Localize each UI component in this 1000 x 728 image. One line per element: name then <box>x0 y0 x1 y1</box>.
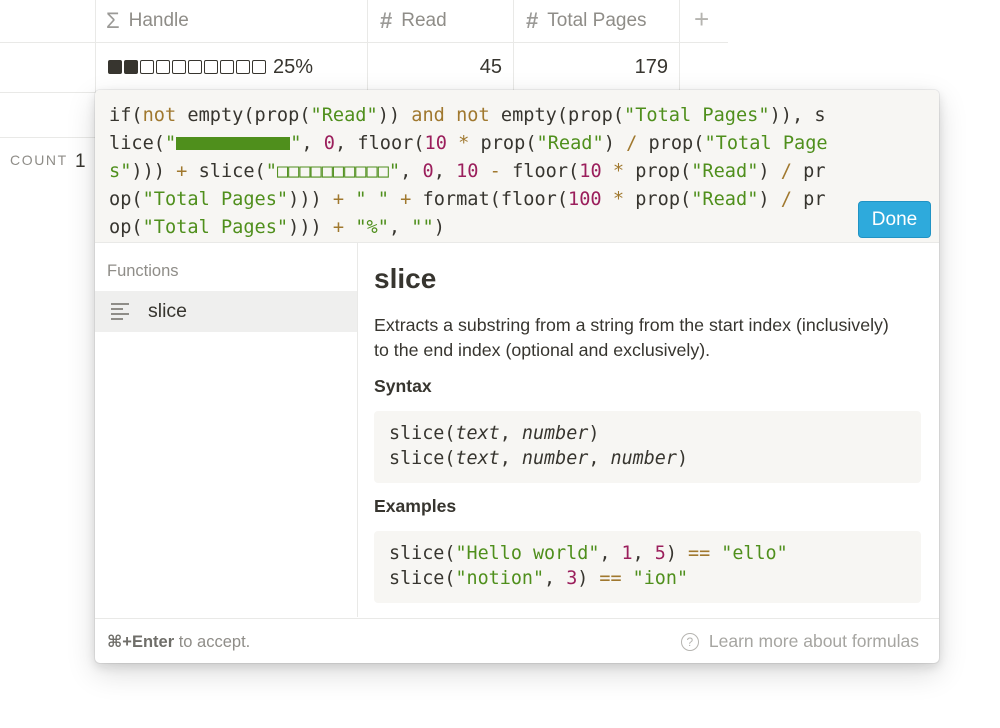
progress-square-empty <box>236 60 250 74</box>
accept-hint: ⌘+Enter to accept. <box>107 632 251 651</box>
count-label[interactable]: COUNT <box>10 152 68 168</box>
done-button[interactable]: Done <box>858 201 931 238</box>
syntax-code-block: slice(text, number) slice(text, number, … <box>374 411 921 483</box>
progress-square-empty <box>204 60 218 74</box>
function-description: Extracts a substring from a string from … <box>374 315 889 360</box>
progress-squares <box>108 60 266 74</box>
functions-heading: Functions <box>107 262 179 280</box>
function-item-slice[interactable]: slice <box>95 291 357 332</box>
column-header-total-pages[interactable]: # Total Pages <box>526 0 647 42</box>
column-header-label: Total Pages <box>547 10 647 31</box>
column-divider <box>679 0 680 92</box>
example-line-1: slice("Hello world", 1, 5) == "ello" <box>389 543 788 564</box>
progress-square-empty <box>252 60 266 74</box>
progress-square-empty <box>220 60 234 74</box>
formula-editor[interactable]: if(not empty(prop("Read")) and not empty… <box>109 102 829 242</box>
number-icon: # <box>526 8 539 33</box>
syntax-line-1: slice(text, number) <box>389 423 600 444</box>
functions-list-panel: Functions slice <box>95 243 358 617</box>
handle-cell[interactable]: 25% <box>108 43 313 91</box>
read-cell[interactable]: 45 <box>368 43 502 91</box>
progress-square-filled <box>124 60 138 74</box>
column-header-label: Read <box>401 10 447 31</box>
progress-square-empty <box>188 60 202 74</box>
column-header-handle[interactable]: Σ Handle <box>106 0 189 42</box>
syntax-heading: Syntax <box>374 376 432 396</box>
number-icon: # <box>380 8 393 33</box>
learn-more-link[interactable]: ? Learn more about formulas <box>680 631 919 652</box>
learn-more-label: Learn more about formulas <box>708 631 919 651</box>
progress-percent: 25% <box>273 55 314 78</box>
progress-square-empty <box>156 60 170 74</box>
formula-editor-popup: if(not empty(prop("Read")) and not empty… <box>95 90 939 663</box>
text-lines-icon <box>111 303 129 320</box>
row-divider <box>0 137 96 138</box>
progress-square-empty <box>140 60 154 74</box>
progress-square-empty <box>172 60 186 74</box>
column-header-label: Handle <box>128 10 189 31</box>
syntax-line-2: slice(text, number, number) <box>389 448 689 469</box>
popup-footer: ⌘+Enter to accept. ? Learn more about fo… <box>95 618 939 663</box>
function-item-label: slice <box>148 300 188 322</box>
function-docs-panel: slice Extracts a substring from a string… <box>358 243 939 617</box>
total-pages-cell[interactable]: 179 <box>514 43 668 91</box>
function-title: slice <box>374 263 437 294</box>
column-header-read[interactable]: # Read <box>380 0 447 42</box>
help-icon: ? <box>680 632 699 651</box>
add-column-button[interactable]: + <box>694 4 709 35</box>
examples-heading: Examples <box>374 496 457 516</box>
formula-input-area[interactable]: if(not empty(prop("Read")) and not empty… <box>95 90 939 243</box>
examples-code-block: slice("Hello world", 1, 5) == "ello" sli… <box>374 531 921 603</box>
progress-square-filled <box>108 60 122 74</box>
sigma-icon: Σ <box>106 8 120 33</box>
filled-bar-glyphs <box>176 137 291 150</box>
column-divider <box>95 0 96 92</box>
count-value: 1 <box>75 151 86 172</box>
example-line-2: slice("notion", 3) == "ion" <box>389 568 689 589</box>
